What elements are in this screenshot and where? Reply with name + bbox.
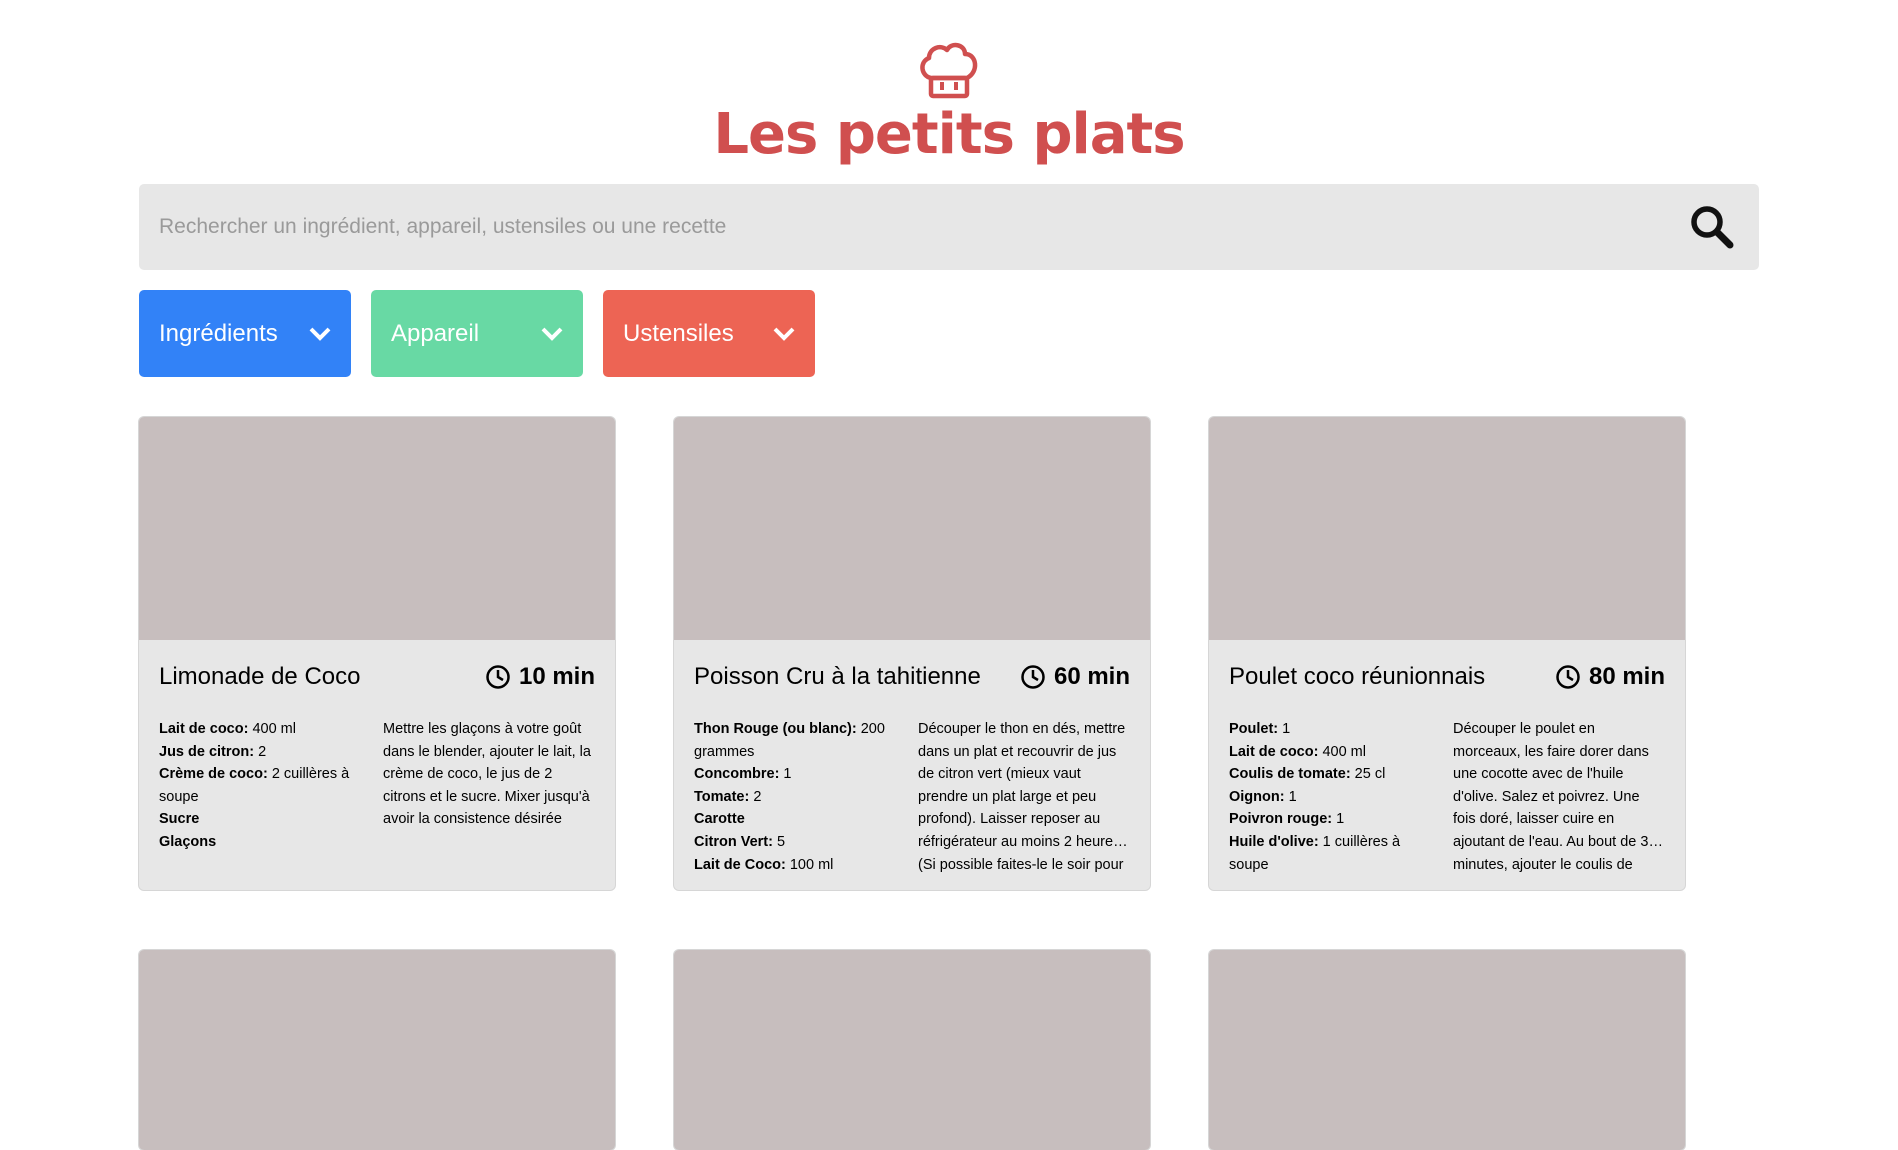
- search-bar: [139, 183, 1759, 271]
- ingredient-item: Oignon: 1: [1229, 788, 1297, 805]
- filter-ustensiles-dropdown[interactable]: Ustensiles: [603, 290, 815, 377]
- ingredient-list: Lait de coco: 400 ml Jus de citron: 2 Cr…: [159, 718, 364, 854]
- recipe-time-value: 10 min: [518, 663, 595, 690]
- recipe-description: Mettre les glaçons à votre goût dans le …: [383, 721, 591, 828]
- ingredient-list: Poulet: 1 Lait de coco: 400 ml Coulis de…: [1229, 718, 1434, 876]
- ingredient-item: Carotte: [694, 811, 745, 828]
- recipe-description: Découper le poulet en morceaux, les fair…: [1453, 721, 1657, 873]
- ingredient-item: Lait de coco: 400 ml: [159, 721, 296, 737]
- ingredient-item: Citron Vert: 5: [694, 833, 786, 850]
- chevron-down-icon: [773, 327, 795, 341]
- recipe-image: [139, 417, 615, 640]
- filter-label: Ingrédients: [159, 319, 278, 347]
- recipe-card[interactable]: [674, 950, 1150, 1150]
- recipe-image: [1209, 950, 1685, 1150]
- recipe-time-value: 60 min: [1053, 663, 1130, 690]
- recipe-title: Limonade de Coco: [159, 663, 361, 690]
- ingredient-item: Huile d'olive: 1 cuillères à soupe: [1229, 833, 1401, 873]
- chevron-down-icon: [541, 327, 563, 341]
- filter-label: Ustensiles: [623, 319, 734, 347]
- recipe-card[interactable]: Poisson Cru à la tahitienne 60 min Thon …: [674, 417, 1150, 890]
- recipe-grid: Limonade de Coco 10 min Lait de coco: 40…: [139, 417, 1685, 1150]
- recipe-description: Découper le thon en dés, mettre dans un …: [918, 721, 1126, 873]
- filters: Ingrédients Appareil Ustensiles: [139, 290, 815, 377]
- chevron-down-icon: [309, 327, 331, 341]
- ingredient-list: Thon Rouge (ou blanc): 200 grammes Conco…: [694, 718, 899, 876]
- header: Les petits plats: [0, 40, 1898, 165]
- filter-label: Appareil: [391, 319, 480, 347]
- clock-icon: [1021, 665, 1045, 689]
- recipe-time: 10 min: [485, 663, 595, 691]
- ingredient-item: Poulet: 1: [1229, 721, 1291, 737]
- recipe-time: 80 min: [1555, 663, 1665, 691]
- search-icon[interactable]: [1689, 204, 1735, 250]
- page-title: Les petits plats: [713, 102, 1185, 167]
- chef-hat-icon: [920, 42, 978, 99]
- ingredient-item: Tomate: 2: [694, 788, 762, 805]
- clock-icon: [486, 665, 510, 689]
- ingredient-item: Coulis de tomate: 25 cl: [1229, 766, 1386, 783]
- ingredient-item: Lait de Coco: 100 ml: [694, 856, 834, 873]
- clock-icon: [1556, 665, 1580, 689]
- ingredient-item: Sucre: [159, 811, 200, 828]
- recipe-image: [674, 417, 1150, 640]
- recipe-card[interactable]: [139, 950, 615, 1150]
- recipe-title: Poisson Cru à la tahitienne: [694, 663, 981, 690]
- ingredient-item: Jus de citron: 2: [159, 743, 267, 760]
- recipe-image: [1209, 417, 1685, 640]
- ingredient-item: Crème de coco: 2 cuillères à soupe: [159, 766, 350, 805]
- recipe-card[interactable]: [1209, 950, 1685, 1150]
- filter-appareil-dropdown[interactable]: Appareil: [371, 290, 583, 377]
- recipe-time: 60 min: [1020, 663, 1130, 691]
- recipe-image: [674, 950, 1150, 1150]
- ingredient-item: Lait de coco: 400 ml: [1229, 743, 1366, 760]
- ingredient-item: Glaçons: [159, 833, 217, 850]
- recipe-image: [139, 950, 615, 1150]
- ingredient-item: Thon Rouge (ou blanc): 200 grammes: [694, 721, 885, 760]
- recipe-title: Poulet coco réunionnais: [1229, 663, 1486, 690]
- ingredient-item: Concombre: 1: [694, 766, 792, 783]
- filter-ingredients-dropdown[interactable]: Ingrédients: [139, 290, 351, 377]
- recipe-card[interactable]: Limonade de Coco 10 min Lait de coco: 40…: [139, 417, 615, 890]
- ingredient-item: Poivron rouge: 1: [1229, 811, 1345, 828]
- search-input[interactable]: [139, 183, 1689, 271]
- recipe-time-value: 80 min: [1588, 663, 1665, 690]
- recipe-card[interactable]: Poulet coco réunionnais 80 min Poulet: 1…: [1209, 417, 1685, 890]
